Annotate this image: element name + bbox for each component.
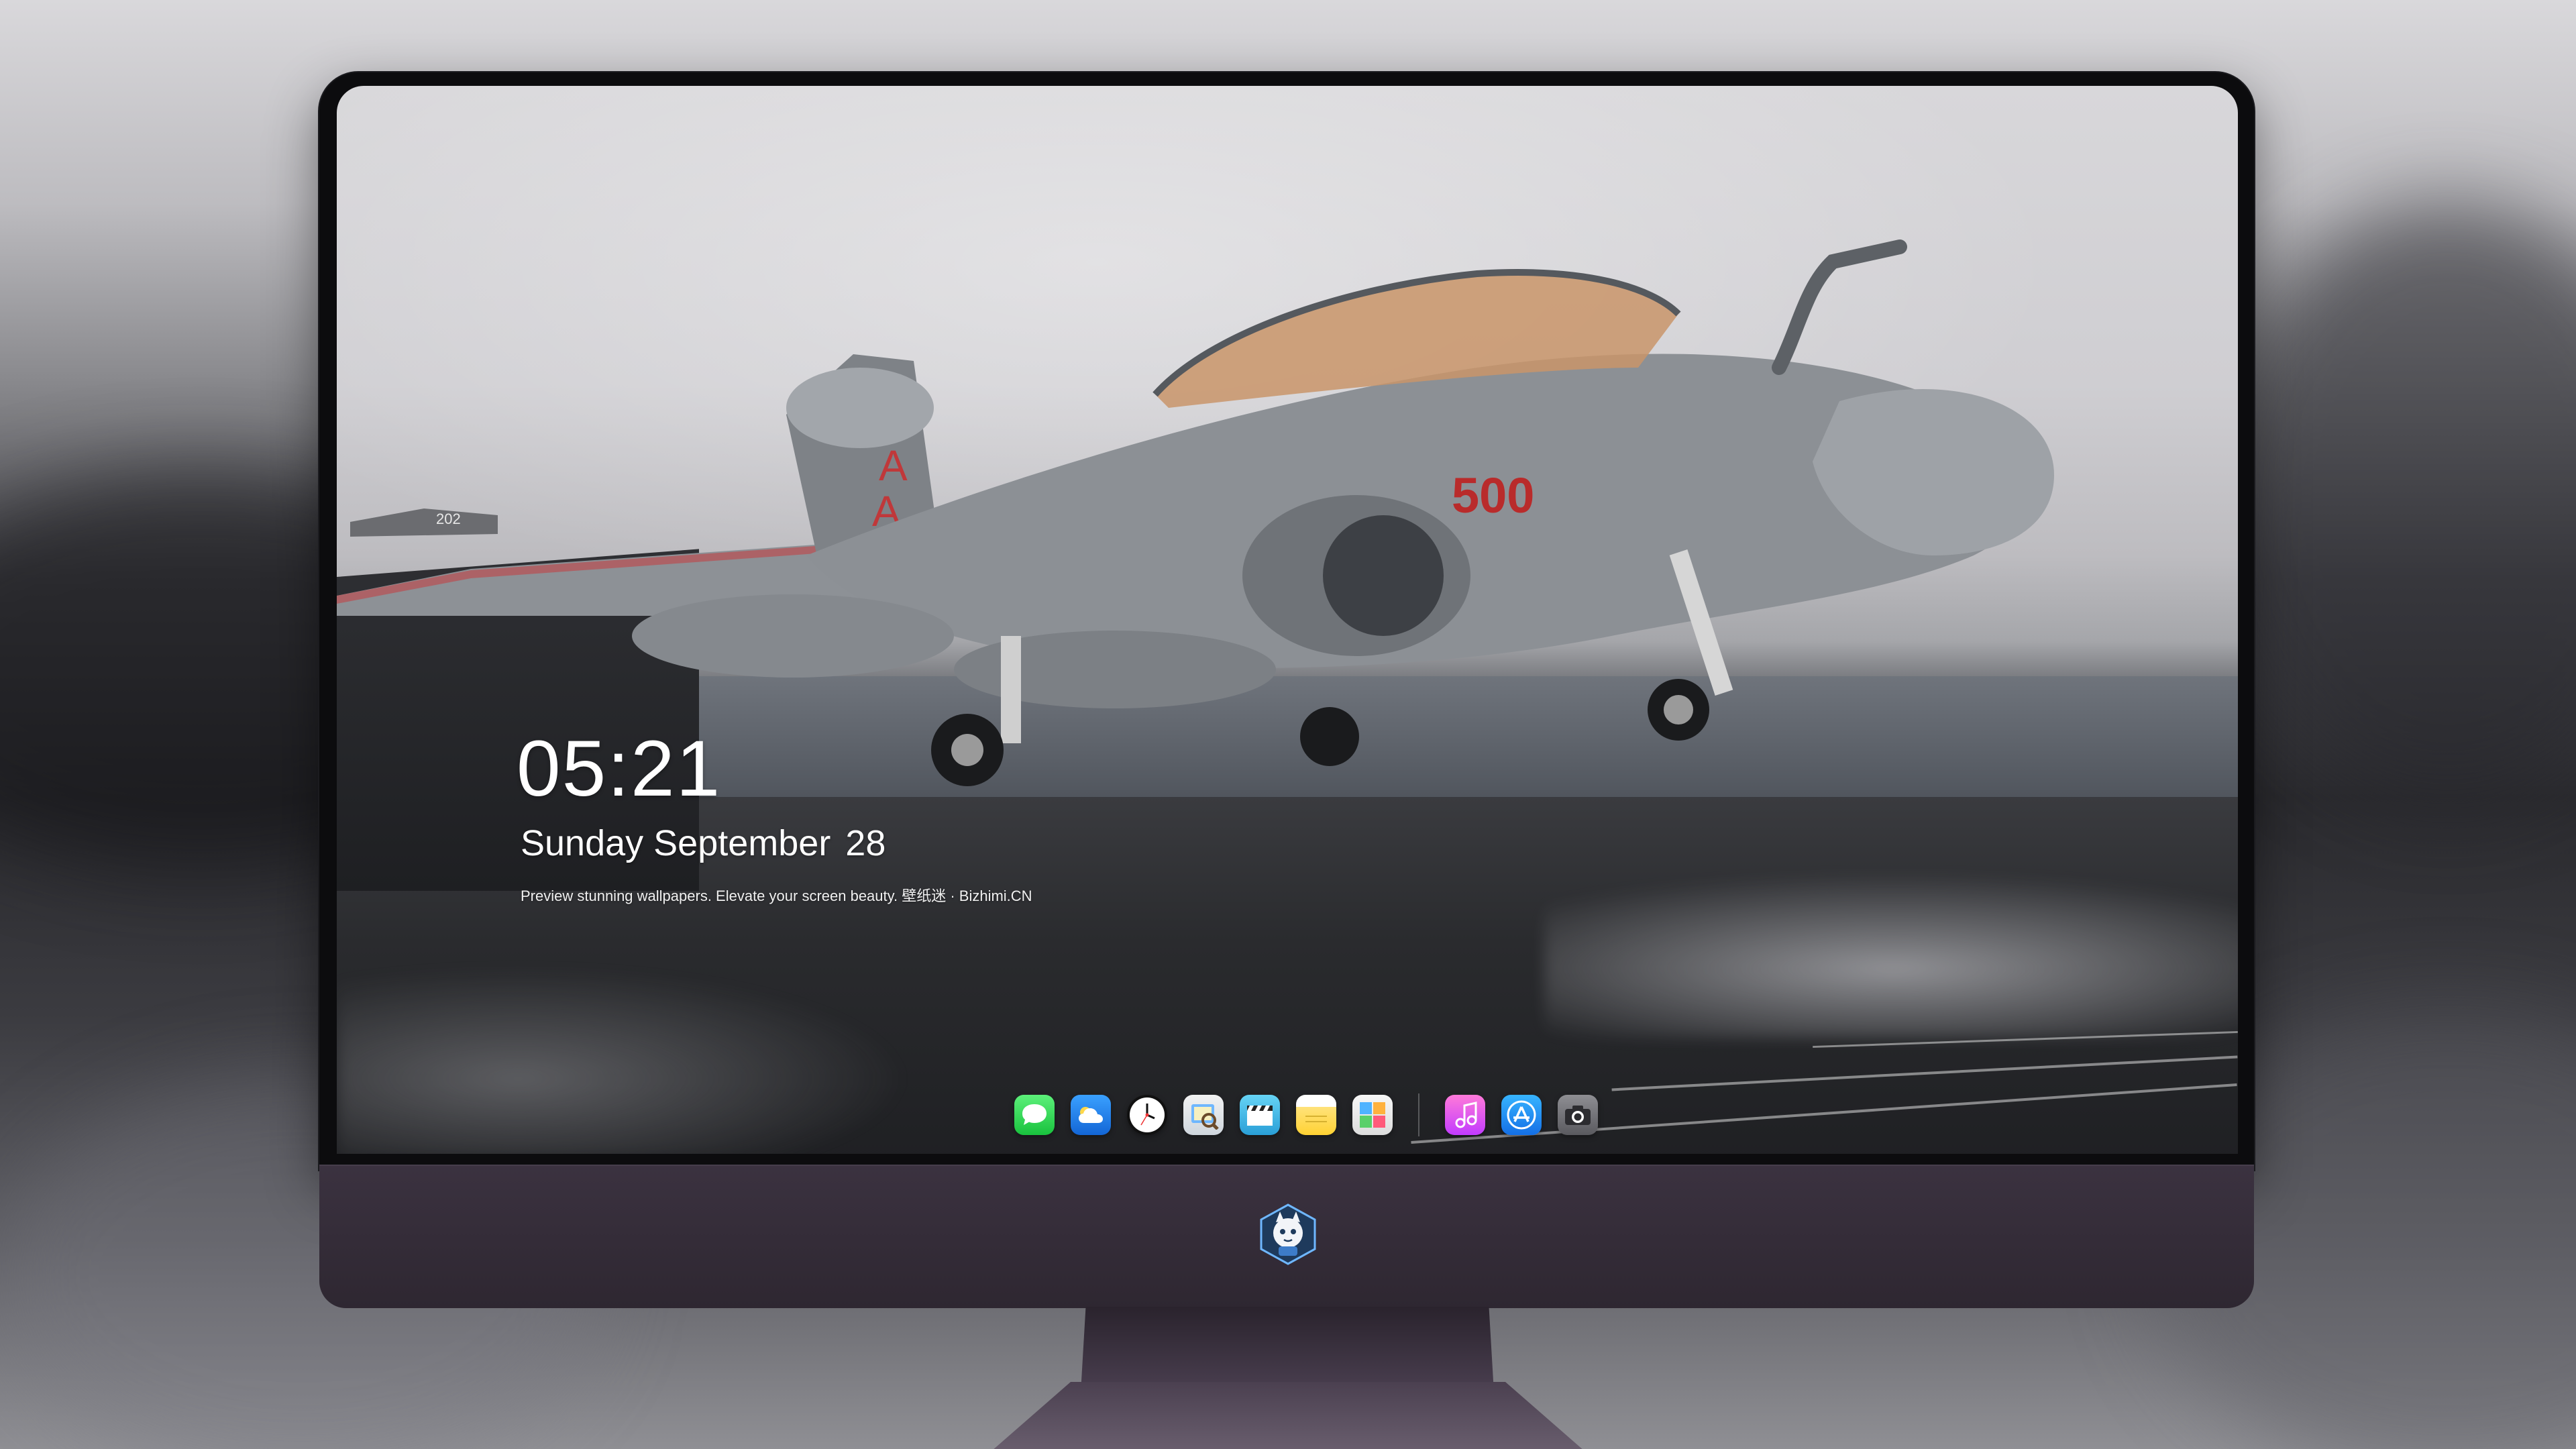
messages-app-icon[interactable]	[1014, 1095, 1055, 1135]
notes-icon	[1305, 1116, 1327, 1122]
photo-grid-icon	[1360, 1102, 1385, 1128]
background-scene: 202 A A 500 05:21 Sunday September 28 Pr…	[0, 0, 2576, 1449]
lock-screen-time: 05:21	[517, 724, 722, 813]
preview-app-icon[interactable]	[1183, 1095, 1224, 1135]
main-gear-strut	[1001, 636, 1021, 743]
wallpaper-tagline: Preview stunning wallpapers. Elevate you…	[521, 888, 1032, 904]
aircraft-side-number: 500	[1452, 468, 1534, 523]
weather-app-icon[interactable]	[1071, 1095, 1111, 1135]
main-wheel	[1300, 707, 1359, 766]
date-day: 28	[845, 823, 886, 863]
brand-mascot-logo	[1260, 1203, 1316, 1265]
preview-icon	[1191, 1104, 1219, 1130]
catapult-steam	[1544, 864, 2238, 1038]
clock-icon	[1130, 1097, 1165, 1132]
music-app-icon[interactable]	[1445, 1095, 1485, 1135]
refuel-probe	[1772, 239, 1907, 375]
clock-app-icon[interactable]	[1127, 1095, 1167, 1135]
dock-separator	[1418, 1093, 1419, 1136]
cloud-icon	[1079, 1107, 1103, 1123]
engine-intake-inner	[1323, 515, 1444, 636]
background-blur	[2214, 201, 2576, 805]
clips-app-icon[interactable]	[1240, 1095, 1280, 1135]
lock-screen-date: Sunday September 28	[521, 822, 885, 864]
clapperboard-icon	[1247, 1106, 1273, 1126]
background-jet: 202	[350, 508, 498, 537]
dock	[1008, 1084, 1605, 1146]
camera-icon	[1565, 1106, 1591, 1125]
main-wheel-hub	[951, 734, 983, 766]
monitor-screen: 202 A A 500 05:21 Sunday September 28 Pr…	[337, 86, 2238, 1154]
deck-steam	[337, 958, 941, 1154]
tail-radome	[786, 368, 934, 448]
nose-wheel-hub	[1664, 695, 1693, 724]
date-weekday-month: Sunday September	[521, 823, 831, 863]
monitor-stand-base	[986, 1382, 1590, 1449]
camera-app-icon[interactable]	[1558, 1095, 1598, 1135]
background-jet-number: 202	[436, 511, 461, 527]
photo-booth-app-icon[interactable]	[1352, 1095, 1393, 1135]
notes-app-icon[interactable]	[1296, 1095, 1336, 1135]
music-note-icon	[1455, 1102, 1477, 1128]
speech-bubble-icon	[1022, 1104, 1046, 1125]
tail-letter: A	[879, 441, 908, 490]
app-store-icon	[1507, 1100, 1536, 1130]
external-fuel-tank	[632, 594, 954, 678]
app-store-app-icon[interactable]	[1501, 1095, 1542, 1135]
